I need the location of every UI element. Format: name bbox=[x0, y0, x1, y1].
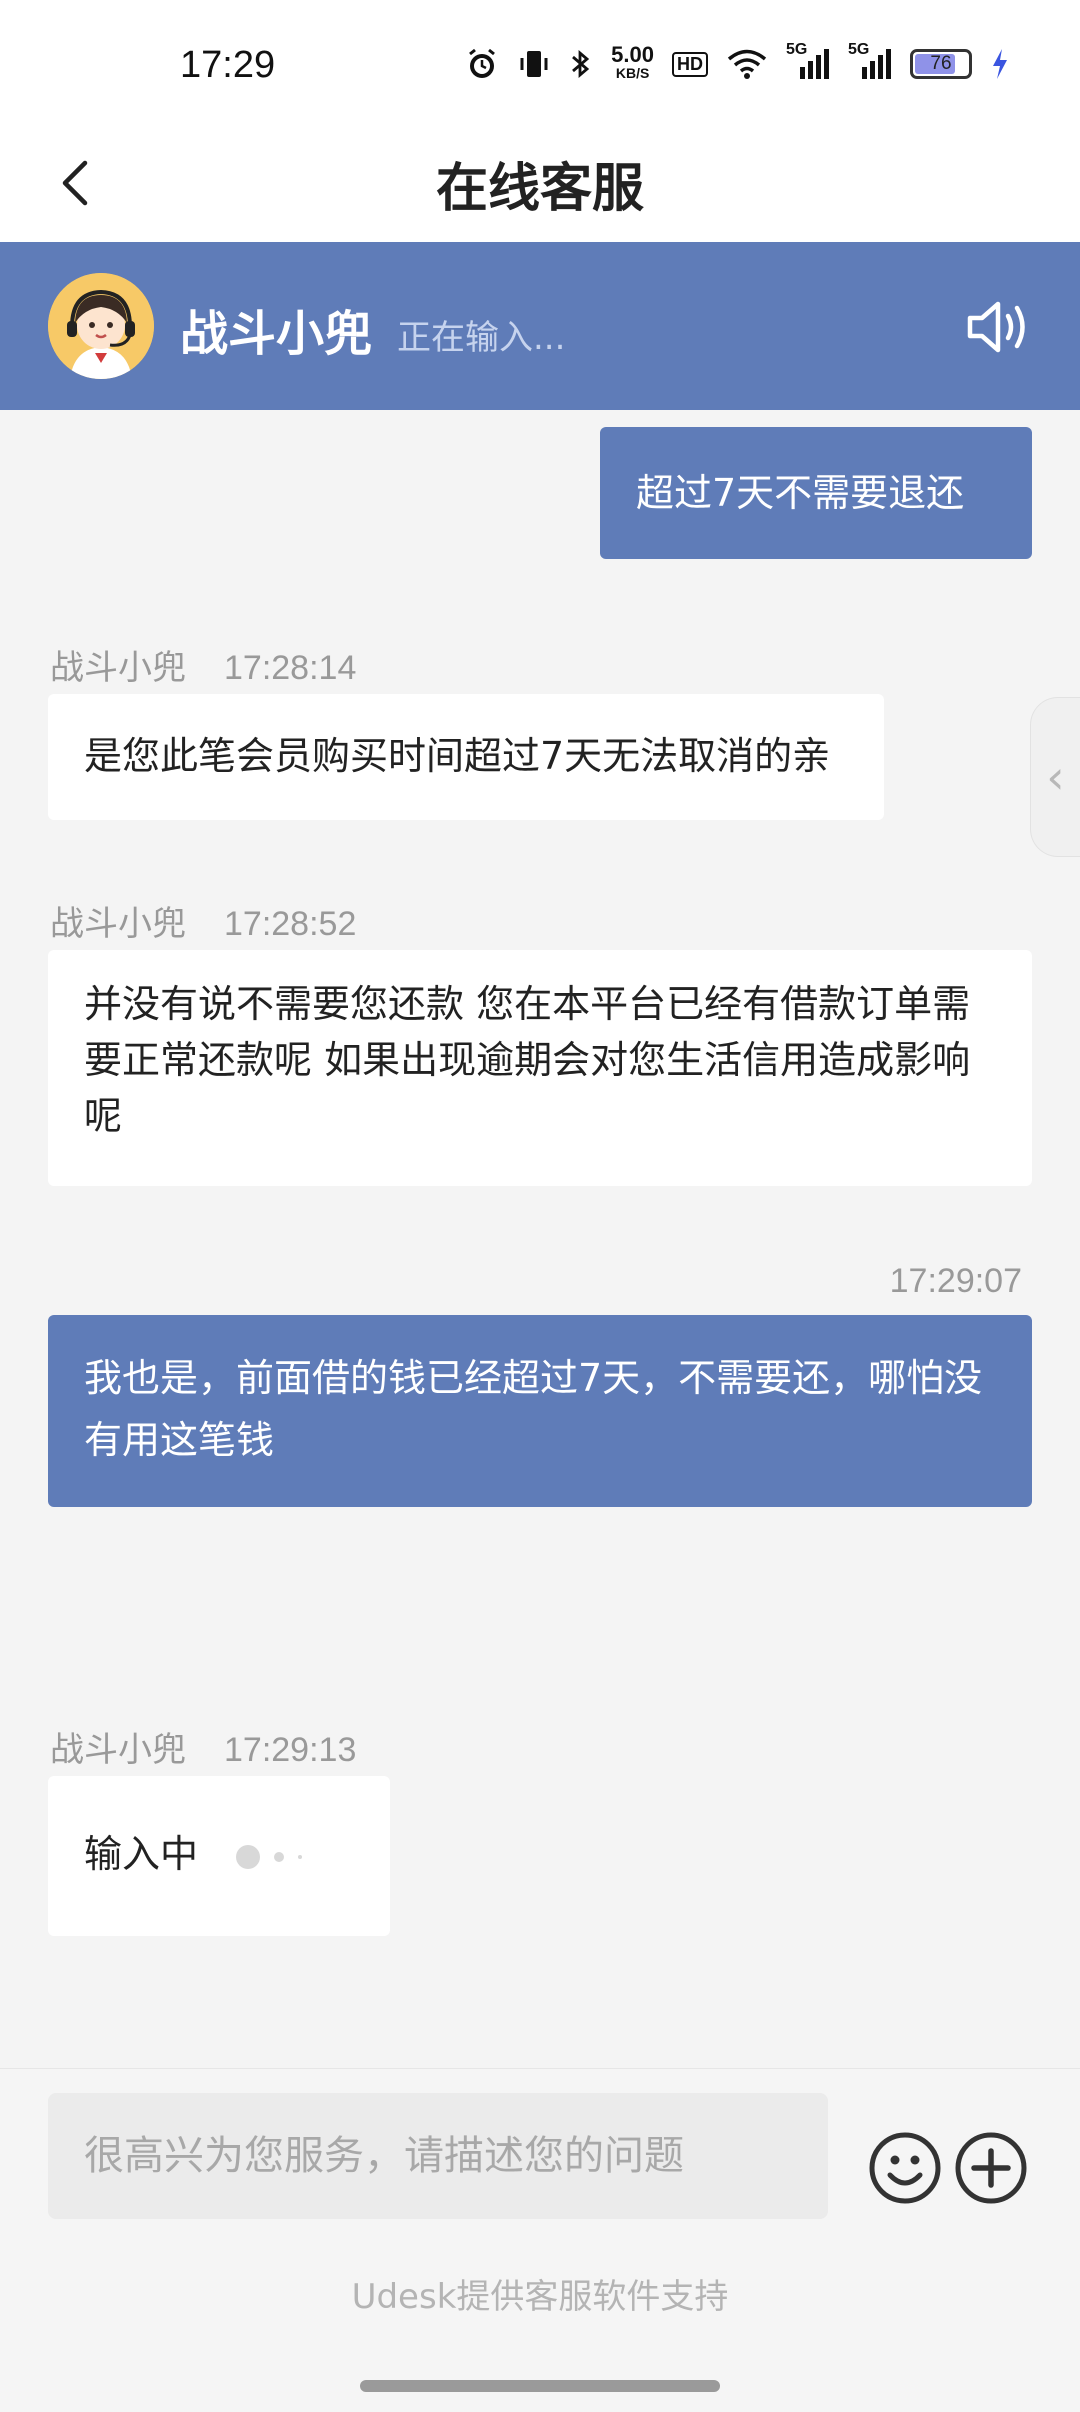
sender-name: 战斗小兜 bbox=[50, 904, 186, 944]
message-time: 17:28:14 bbox=[224, 649, 357, 687]
message-meta: 战斗小兜 17:28:52 bbox=[50, 896, 356, 945]
sender-name: 战斗小兜 bbox=[50, 648, 186, 688]
title-bar: 在线客服 bbox=[0, 128, 1080, 242]
message-text: 是您此笔会员购买时间超过7天无法取消的亲 bbox=[84, 734, 831, 778]
input-area: Udesk提供客服软件支持 bbox=[0, 2068, 1080, 2412]
page-title: 在线客服 bbox=[435, 159, 644, 219]
net-speed-unit: KB/S bbox=[615, 65, 650, 81]
message-meta: 战斗小兜 17:28:14 bbox=[50, 640, 356, 689]
signal-icon: 5G bbox=[848, 41, 892, 81]
message-time: 17:28:52 bbox=[224, 905, 357, 943]
side-drawer-tab[interactable]: ‹ bbox=[1030, 697, 1080, 857]
smile-icon bbox=[869, 2132, 941, 2204]
wifi-icon bbox=[726, 47, 768, 81]
chat-bubble-incoming: 并没有说不需要您还款 您在本平台已经有借款订单需要正常还款呢 如果出现逾期会对您… bbox=[48, 950, 1032, 1186]
plus-icon bbox=[955, 2132, 1027, 2204]
agent-header: 战斗小兜 正在输入... bbox=[0, 242, 1080, 410]
signal-label: 5G bbox=[848, 41, 870, 58]
message-text: 我也是，前面借的钱已经超过7天，不需要还，哪怕没有用这笔钱 bbox=[84, 1356, 983, 1462]
speaker-icon bbox=[967, 301, 1025, 353]
sender-name: 战斗小兜 bbox=[50, 1730, 186, 1770]
alarm-icon bbox=[465, 47, 499, 81]
typing-dot bbox=[236, 1844, 261, 1869]
bluetooth-icon bbox=[569, 47, 593, 81]
net-speed: 5.00 KB/S bbox=[611, 42, 654, 82]
home-indicator[interactable] bbox=[360, 2380, 720, 2392]
message-time: 17:29:13 bbox=[224, 1731, 357, 1769]
message-text: 超过7天不需要退还 bbox=[636, 471, 965, 515]
speaker-button[interactable] bbox=[962, 292, 1032, 362]
agent-name: 战斗小兜 bbox=[180, 306, 373, 362]
chat-bubble-outgoing: 我也是，前面借的钱已经超过7天，不需要还，哪怕没有用这笔钱 bbox=[48, 1315, 1032, 1507]
battery-icon: 76 bbox=[910, 49, 972, 79]
chat-bubble-outgoing: 超过7天不需要退还 bbox=[600, 427, 1032, 559]
vibrate-icon bbox=[517, 47, 551, 81]
chat-bubble-incoming: 是您此笔会员购买时间超过7天无法取消的亲 bbox=[48, 694, 884, 820]
message-input[interactable] bbox=[48, 2093, 828, 2219]
charging-icon bbox=[990, 47, 1010, 81]
emoji-button[interactable] bbox=[868, 2131, 942, 2205]
message-time: 17:29:07 bbox=[889, 1262, 1022, 1300]
chat-bubble-typing: 输入中 bbox=[48, 1776, 390, 1936]
typing-dot bbox=[298, 1854, 303, 1859]
chevron-left-icon: ‹ bbox=[1046, 750, 1065, 804]
agent-typing-status: 正在输入... bbox=[397, 318, 566, 358]
net-speed-value: 5.00 bbox=[611, 42, 654, 67]
signal-icon: 5G bbox=[786, 41, 830, 81]
signal-label: 5G bbox=[786, 41, 808, 58]
more-options-button[interactable] bbox=[954, 2131, 1028, 2205]
status-time: 17:29 bbox=[180, 44, 276, 86]
typing-dot bbox=[274, 1851, 285, 1862]
status-bar: 17:29 5.00 KB/S HD 5G 5G 76 bbox=[0, 0, 1080, 128]
battery-level: 76 bbox=[930, 53, 952, 74]
footer-credit: Udesk提供客服软件支持 bbox=[351, 2277, 729, 2317]
agent-avatar bbox=[48, 273, 154, 379]
status-icons: 5.00 KB/S HD 5G 5G 76 bbox=[465, 41, 1010, 82]
typing-text: 输入中 bbox=[84, 1832, 199, 1876]
hd-badge: HD bbox=[672, 51, 708, 77]
message-meta: 战斗小兜 17:29:13 bbox=[50, 1722, 356, 1771]
typing-dots bbox=[236, 1844, 303, 1869]
message-text: 并没有说不需要您还款 您在本平台已经有借款订单需要正常还款呢 如果出现逾期会对您… bbox=[84, 982, 971, 1138]
